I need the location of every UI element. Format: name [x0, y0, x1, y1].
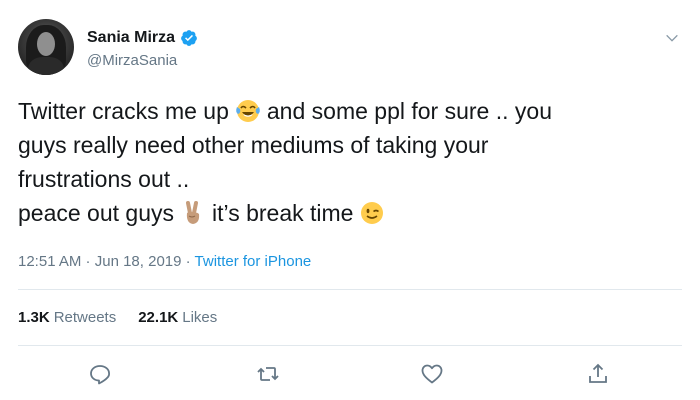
tears-of-joy-icon: [236, 100, 260, 122]
tweet-actions: [0, 362, 700, 388]
tweet-date[interactable]: Jun 18, 2019: [95, 253, 182, 270]
tweet-text-segment: it’s break time: [212, 200, 354, 226]
tweet-source-link[interactable]: Twitter for iPhone: [195, 253, 312, 270]
reply-icon[interactable]: [88, 362, 112, 386]
likes-count: 22.1K: [138, 309, 179, 326]
meta-separator: ·: [181, 253, 195, 270]
tweet-card: Sania Mirza @MirzaSania Twitter cracks m…: [0, 0, 700, 400]
tweet-text-segment: and some ppl for sure .. you: [266, 98, 552, 124]
avatar[interactable]: [18, 19, 74, 75]
retweets-label: Retweets: [53, 309, 117, 326]
display-name[interactable]: Sania Mirza: [87, 29, 175, 47]
meta-separator: ·: [81, 253, 95, 270]
tweet-line-2: guys really need other mediums of taking…: [18, 132, 489, 158]
retweet-icon[interactable]: [256, 362, 280, 386]
likes-stat[interactable]: 22.1K Likes: [138, 309, 217, 326]
tweet-meta: 12:51 AM · Jun 18, 2019 · Twitter for iP…: [18, 253, 311, 270]
tweet-text-segment: Twitter cracks me up: [18, 98, 229, 124]
tweet-time[interactable]: 12:51 AM: [18, 253, 81, 270]
name-row: Sania Mirza: [87, 29, 198, 47]
share-icon[interactable]: [586, 362, 610, 386]
tweet-line-1: Twitter cracks me up and some ppl for su…: [18, 94, 668, 128]
divider: [18, 345, 682, 346]
tweet-text-segment: peace out guys: [18, 200, 175, 226]
victory-hand-icon: [186, 201, 200, 224]
like-icon[interactable]: [420, 362, 444, 386]
retweets-stat[interactable]: 1.3K Retweets: [18, 309, 116, 326]
user-handle[interactable]: @MirzaSania: [87, 52, 177, 69]
tweet-text: Twitter cracks me up and some ppl for su…: [18, 94, 668, 230]
tweet-line-4: peace out guys it’s break time: [18, 196, 668, 230]
divider: [18, 289, 682, 290]
tweet-line-3: frustrations out ..: [18, 166, 190, 192]
retweets-count: 1.3K: [18, 309, 50, 326]
winking-face-icon: [361, 202, 384, 224]
chevron-down-icon[interactable]: [664, 30, 680, 46]
verified-badge-icon: [181, 30, 197, 46]
tweet-stats: 1.3K Retweets 22.1K Likes: [18, 309, 217, 326]
likes-label: Likes: [182, 309, 218, 326]
